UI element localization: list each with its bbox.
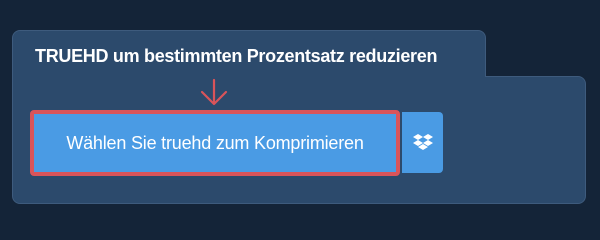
tab-joint	[13, 70, 485, 86]
page-title: TRUEHD um bestimmten Prozentsatz reduzie…	[35, 46, 438, 66]
dropbox-button[interactable]	[402, 112, 443, 173]
choose-file-button[interactable]: Wählen Sie truehd zum Komprimieren	[30, 110, 400, 176]
down-arrow-icon	[200, 78, 228, 106]
dropbox-icon	[412, 133, 433, 150]
choose-file-button-label: Wählen Sie truehd zum Komprimieren	[66, 132, 364, 153]
